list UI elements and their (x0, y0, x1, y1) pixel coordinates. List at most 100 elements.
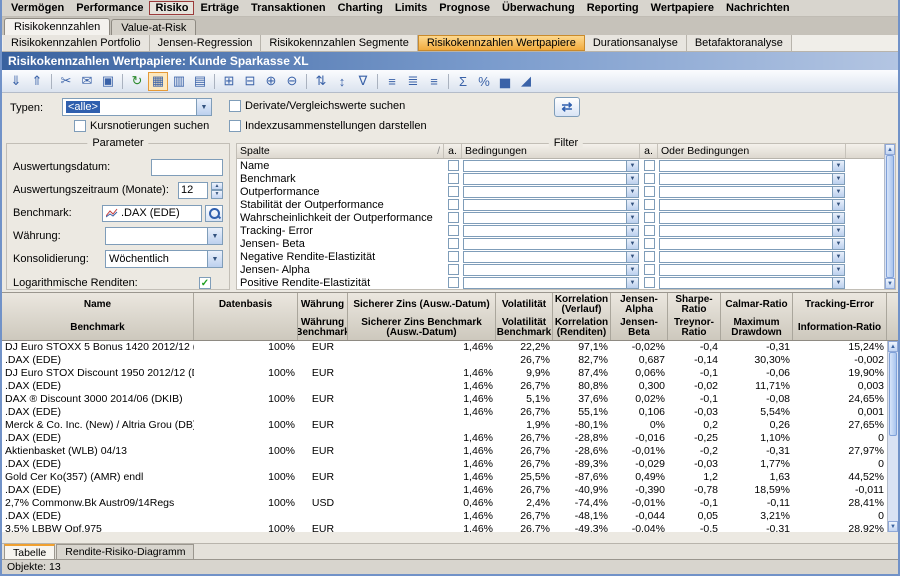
security-row[interactable]: 2,7% Commonw.Bk Austr09/14Regs100%USD0,4… (2, 497, 887, 510)
condition-dropdown[interactable]: ▼ (463, 173, 639, 185)
benchmark-row[interactable]: .DAX (EDE)1,46%26,7%80,8%0,300-0,0211,71… (2, 380, 887, 393)
filter-col-spalte[interactable]: Spalte/ (237, 144, 444, 158)
condition-dropdown[interactable]: ▼ (463, 225, 639, 237)
checkbox[interactable] (448, 238, 459, 249)
menu-nachrichten[interactable]: Nachrichten (720, 1, 796, 15)
checkbox[interactable] (644, 225, 655, 236)
index-checkbox[interactable] (229, 120, 241, 132)
typen-select[interactable]: <alle> ▼ (62, 98, 212, 116)
chevron-down-icon[interactable]: ▼ (832, 252, 844, 262)
scroll-thumb[interactable] (889, 352, 897, 436)
benchmark-row[interactable]: .DAX (EDE)1,46%26,7%-48,1%-0,0440,053,21… (2, 510, 887, 523)
tab-durationsanalyse[interactable]: Durationsanalyse (585, 35, 687, 51)
condition-dropdown[interactable]: ▼ (659, 199, 845, 211)
condition-dropdown[interactable]: ▼ (659, 264, 845, 276)
save-icon[interactable]: ▣ (98, 72, 118, 91)
chevron-down-icon[interactable]: ▼ (207, 228, 222, 244)
column-header-volatilitaet[interactable]: VolatilitätVolatilität Benchmark (496, 293, 553, 340)
checkbox[interactable] (644, 160, 655, 171)
line-chart-icon[interactable]: ◢ (516, 72, 536, 91)
table-scrollbar[interactable]: ▲ ▼ (887, 341, 898, 532)
spinner-down-icon[interactable]: ▼ (211, 190, 223, 199)
log-renditen-checkbox[interactable] (199, 277, 211, 289)
sort-ascending-icon[interactable]: ⇅ (311, 72, 331, 91)
sort-descending-icon[interactable]: ↕ (332, 72, 352, 91)
chevron-down-icon[interactable]: ▼ (626, 200, 638, 210)
tab-jensen-regression[interactable]: Jensen-Regression (150, 35, 262, 51)
waehrung-select[interactable]: ▼ (105, 227, 223, 245)
condition-dropdown[interactable]: ▼ (463, 251, 639, 263)
checkbox[interactable] (448, 173, 459, 184)
chevron-down-icon[interactable]: ▼ (832, 278, 844, 288)
security-row[interactable]: DJ Euro STOXX 5 Bonus 1420 2012/12 (ABN)… (2, 341, 887, 354)
align-justify-icon[interactable]: ≣ (403, 72, 423, 91)
checkbox[interactable] (644, 199, 655, 210)
benchmark-row[interactable]: .DAX (EDE)1,46%26,7%55,1%0,106-0,035,54%… (2, 406, 887, 419)
condition-dropdown[interactable]: ▼ (463, 277, 639, 289)
checkbox[interactable] (644, 212, 655, 223)
condition-dropdown[interactable]: ▼ (463, 160, 639, 172)
bar-chart-icon[interactable]: ▅ (495, 72, 515, 91)
checkbox[interactable] (644, 173, 655, 184)
bottom-tab-tabelle[interactable]: Tabelle (4, 544, 55, 559)
tab-betafaktoranalyse[interactable]: Betafaktoranalyse (687, 35, 792, 51)
chevron-down-icon[interactable]: ▼ (626, 265, 638, 275)
tab-risikokennzahlen-wertpapiere[interactable]: Risikokennzahlen Wertpapiere (418, 35, 585, 51)
condition-dropdown[interactable]: ▼ (659, 251, 845, 263)
menu-risiko[interactable]: Risiko (149, 1, 194, 15)
condition-dropdown[interactable]: ▼ (659, 160, 845, 172)
security-row[interactable]: Aktienbasket (WLB) 04/13100%EUR1,46%26,7… (2, 445, 887, 458)
column-header-name[interactable]: NameBenchmark (2, 293, 194, 340)
column-header-calmar-ratio[interactable]: Calmar-RatioMaximum Drawdown (721, 293, 793, 340)
auswertungsdatum-input[interactable] (151, 159, 223, 176)
refresh-button[interactable]: ⇄ (554, 97, 580, 117)
chevron-down-icon[interactable]: ▼ (832, 265, 844, 275)
add-column-icon[interactable]: ⊞ (219, 72, 239, 91)
tab-risikokennzahlen-portfolio[interactable]: Risikokennzahlen Portfolio (3, 35, 150, 51)
column-header-sicherer-zins-ausw-datum[interactable]: Sicherer Zins (Ausw.-Datum)Sicherer Zins… (348, 293, 496, 340)
condition-dropdown[interactable]: ▼ (659, 173, 845, 185)
align-left-icon[interactable]: ≡ (382, 72, 402, 91)
checkbox[interactable] (448, 251, 459, 262)
menu-transaktionen[interactable]: Transaktionen (245, 1, 332, 15)
column-header-sharpe-ratio[interactable]: Sharpe-RatioTreynor-Ratio (668, 293, 721, 340)
spinner-up-icon[interactable]: ▲ (211, 182, 223, 191)
checkbox[interactable] (644, 277, 655, 288)
checkbox[interactable] (644, 264, 655, 275)
scroll-down-icon[interactable]: ▼ (885, 278, 895, 289)
chevron-down-icon[interactable]: ▼ (832, 187, 844, 197)
menu-performance[interactable]: Performance (70, 1, 149, 15)
table-view-icon[interactable]: ▦ (148, 72, 168, 91)
sum-icon[interactable]: Σ (453, 72, 473, 91)
scroll-up-icon[interactable]: ▲ (888, 341, 898, 352)
menu-limits[interactable]: Limits (389, 1, 433, 15)
scroll-down-icon[interactable]: ▼ (888, 521, 898, 532)
column-header-jensen-alpha[interactable]: Jensen-AlphaJensen-Beta (611, 293, 668, 340)
refresh-icon[interactable]: ↻ (127, 72, 147, 91)
security-row[interactable]: Gold Cer Ko(357) (AMR) endl100%EUR1,46%2… (2, 471, 887, 484)
tab-risikokennzahlen[interactable]: Risikokennzahlen (4, 18, 110, 35)
chevron-down-icon[interactable]: ▼ (626, 239, 638, 249)
security-row[interactable]: 3,5% LBBW Opf.975100%EUR1,46%26,7%-49,3%… (2, 523, 887, 532)
mail-icon[interactable]: ✉ (77, 72, 97, 91)
checkbox[interactable] (448, 277, 459, 288)
chevron-down-icon[interactable]: ▼ (626, 278, 638, 288)
chevron-down-icon[interactable]: ▼ (832, 200, 844, 210)
chevron-down-icon[interactable]: ▼ (626, 213, 638, 223)
chevron-down-icon[interactable]: ▼ (207, 251, 222, 267)
zeitraum-spinner[interactable]: ▲▼ (211, 182, 223, 199)
chevron-down-icon[interactable]: ▼ (626, 226, 638, 236)
condition-dropdown[interactable]: ▼ (463, 264, 639, 276)
derivate-option[interactable]: Derivate/Vergleichswerte suchen (229, 100, 405, 112)
menu-vermoegen[interactable]: Vermögen (5, 1, 70, 15)
filter-icon[interactable]: ∇ (353, 72, 373, 91)
security-row[interactable]: Merck & Co. Inc. (New) / Altria Grou (DB… (2, 419, 887, 432)
condition-dropdown[interactable]: ▼ (659, 225, 845, 237)
checkbox[interactable] (644, 186, 655, 197)
percent-icon[interactable]: % (474, 72, 494, 91)
checkbox[interactable] (448, 264, 459, 275)
scroll-up-icon[interactable]: ▲ (885, 144, 895, 155)
condition-dropdown[interactable]: ▼ (659, 277, 845, 289)
checkbox[interactable] (448, 199, 459, 210)
chevron-down-icon[interactable]: ▼ (832, 174, 844, 184)
